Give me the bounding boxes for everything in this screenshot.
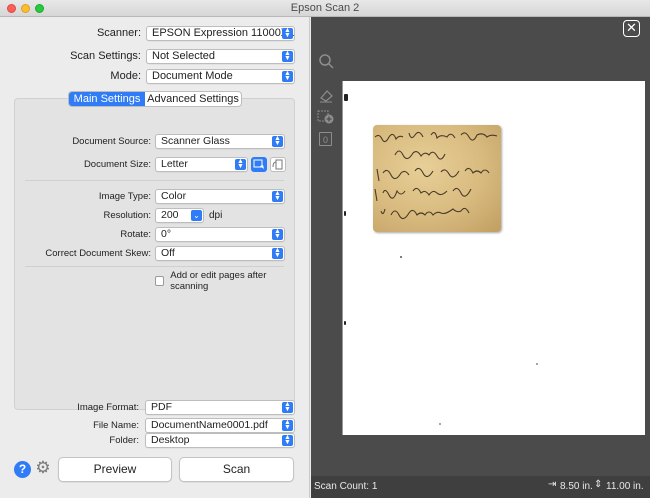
preview-button[interactable]: Preview — [58, 457, 172, 482]
close-icon[interactable]: ✕ — [623, 20, 640, 37]
image-format-select[interactable]: PDF ▲ ▼ — [145, 400, 295, 415]
paper-height: 11.00 in. — [606, 481, 644, 492]
image-format-value: PDF — [151, 401, 172, 413]
folder-value: Desktop — [151, 434, 190, 446]
rotate-label: Rotate: — [120, 229, 151, 240]
scanned-document-image — [373, 125, 501, 232]
scan-artifact — [536, 363, 538, 365]
chevron-down-icon: ⌄ — [191, 210, 202, 221]
document-source-value: Scanner Glass — [161, 135, 230, 147]
image-type-value: Color — [161, 190, 187, 202]
document-skew-value: Off — [161, 247, 175, 259]
chevron-updown-icon: ▲ ▼ — [235, 158, 246, 170]
paper-width: 8.50 in. — [560, 481, 593, 492]
document-skew-label: Correct Document Skew: — [45, 248, 151, 259]
folder-select[interactable]: Desktop ▲ ▼ — [145, 433, 295, 448]
orientation-button[interactable] — [270, 157, 286, 172]
resolution-unit: dpi — [209, 210, 223, 221]
main-settings-panel: Document Source: Scanner Glass ▲ ▼ Docume… — [14, 98, 295, 410]
add-marquee-icon[interactable] — [317, 109, 335, 125]
chevron-updown-icon: ▲ ▼ — [282, 419, 293, 431]
scan-settings-label: Scan Settings: — [70, 50, 141, 62]
document-size-value: Letter — [161, 158, 188, 170]
scan-artifact — [439, 423, 441, 425]
chevron-updown-icon: ▲ ▼ — [272, 190, 283, 202]
detect-size-icon — [253, 159, 264, 169]
file-name-select[interactable]: DocumentName0001.pdf ▲ ▼ — [145, 418, 295, 433]
chevron-updown-icon: ▲ ▼ — [272, 135, 283, 147]
tab-advanced-settings[interactable]: Advanced Settings — [145, 92, 241, 106]
page-orientation-icon — [272, 159, 283, 170]
add-pages-label: Add or edit pages after scanning — [170, 270, 267, 292]
document-size-label: Document Size: — [83, 159, 151, 170]
image-format-label: Image Format: — [77, 402, 139, 413]
page-count-value: 0 — [319, 132, 332, 146]
scan-artifact — [344, 321, 346, 325]
chevron-updown-icon: ▲ ▼ — [272, 247, 283, 259]
document-source-select[interactable]: Scanner Glass ▲ ▼ — [155, 134, 285, 149]
zoom-icon[interactable] — [317, 53, 335, 69]
file-name-label: File Name: — [93, 420, 139, 431]
preview-image — [342, 81, 645, 435]
title-bar: Epson Scan 2 — [0, 0, 650, 17]
handwriting-image — [374, 131, 498, 220]
tab-main-settings[interactable]: Main Settings — [69, 92, 145, 106]
image-type-label: Image Type: — [98, 191, 151, 202]
document-source-label: Document Source: — [72, 136, 151, 147]
page-count-icon: 0 — [317, 132, 335, 148]
resolution-value: 200 — [161, 209, 179, 221]
rotate-value: 0° — [161, 228, 172, 240]
mode-value: Document Mode — [152, 70, 233, 82]
resolution-label: Resolution: — [103, 210, 151, 221]
divider — [25, 180, 284, 181]
add-pages-checkbox[interactable] — [155, 276, 165, 286]
status-bar: Scan Count: 1 ⇥ 8.50 in. ⇕ 11.00 in. — [311, 476, 650, 498]
folder-label: Folder: — [109, 435, 139, 446]
chevron-updown-icon: ▲ ▼ — [272, 228, 283, 240]
scan-artifact — [344, 211, 346, 216]
help-icon[interactable]: ? — [14, 461, 31, 478]
document-size-select[interactable]: Letter ▲ ▼ — [155, 157, 248, 172]
eraser-icon[interactable] — [317, 87, 335, 103]
document-size-settings-button[interactable] — [251, 157, 267, 172]
chevron-updown-icon: ▲ ▼ — [282, 27, 293, 39]
divider — [25, 266, 284, 267]
scan-artifact — [400, 256, 402, 258]
preview-pane: ✕ 0 Scan Count: 1 ⇥ 8.50 in. ⇕ 11.00 in. — [311, 17, 650, 498]
scan-artifact — [344, 94, 348, 101]
add-pages-option[interactable]: Add or edit pages after scanning — [155, 270, 294, 292]
rotate-select[interactable]: 0° ▲ ▼ — [155, 227, 285, 242]
scan-settings-value: Not Selected — [152, 50, 215, 62]
chevron-updown-icon: ▲ ▼ — [282, 434, 293, 446]
document-skew-select[interactable]: Off ▲ ▼ — [155, 246, 285, 261]
scan-settings-select[interactable]: Not Selected ▲ ▼ — [146, 49, 295, 64]
scan-button[interactable]: Scan — [179, 457, 294, 482]
scan-count: Scan Count: 1 — [314, 481, 378, 492]
scanner-label: Scanner: — [96, 27, 141, 39]
resolution-combo[interactable]: 200 ⌄ — [155, 208, 204, 223]
height-icon: ⇕ — [594, 479, 603, 490]
settings-pane: Scanner: EPSON Expression 11000XL (... ▲… — [0, 17, 310, 498]
window-title: Epson Scan 2 — [290, 2, 360, 14]
file-name-value: DocumentName0001.pdf — [151, 419, 268, 431]
image-type-select[interactable]: Color ▲ ▼ — [155, 189, 285, 204]
mode-label: Mode: — [110, 70, 141, 82]
chevron-updown-icon: ▲ ▼ — [282, 50, 293, 62]
chevron-updown-icon: ▲ ▼ — [282, 70, 293, 82]
settings-tabs: Main Settings Advanced Settings — [68, 91, 242, 107]
gear-icon[interactable]: ⚙ — [34, 459, 52, 477]
scanner-value: EPSON Expression 11000XL (... — [152, 27, 295, 39]
width-icon: ⇥ — [548, 479, 557, 490]
chevron-updown-icon: ▲ ▼ — [282, 401, 293, 413]
mode-select[interactable]: Document Mode ▲ ▼ — [146, 69, 295, 84]
scanner-select[interactable]: EPSON Expression 11000XL (... ▲ ▼ — [146, 26, 295, 41]
